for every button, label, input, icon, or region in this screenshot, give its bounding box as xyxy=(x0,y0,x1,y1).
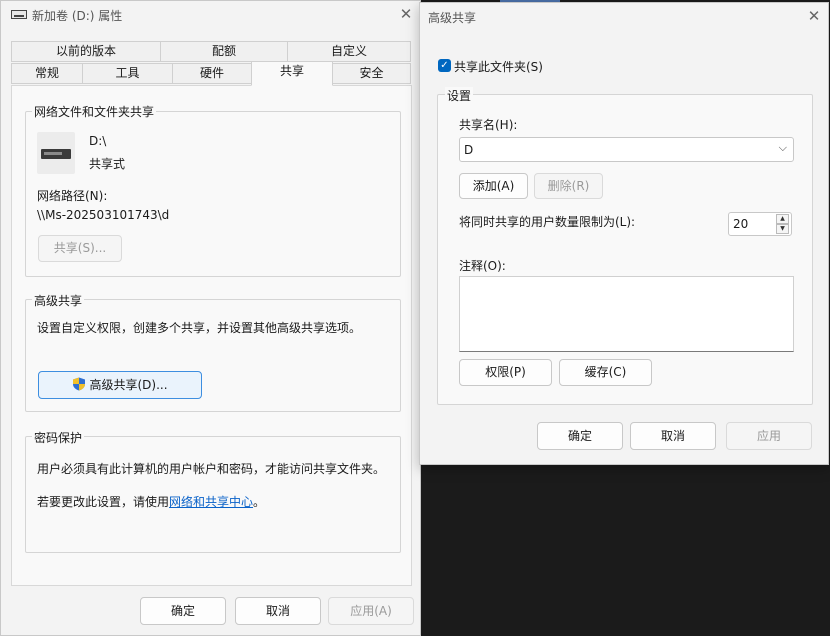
apply-button[interactable]: 应用 xyxy=(726,422,812,450)
share-folder-label[interactable]: 共享此文件夹(S) xyxy=(454,58,543,75)
share-name-label: 共享名(H): xyxy=(459,118,518,132)
chevron-down-icon: ⌵ xyxy=(778,141,787,154)
comment-textarea[interactable] xyxy=(459,276,794,352)
drive-name: D:\ xyxy=(89,134,107,148)
tab-general[interactable]: 常规 xyxy=(11,63,83,84)
network-path-value: \\Ms-202503101743\d xyxy=(37,208,170,222)
password-protection-description: 用户必须具有此计算机的用户帐户和密码，才能访问共享文件夹。 xyxy=(37,462,386,476)
advanced-sharing-button[interactable]: 高级共享(D)... xyxy=(38,371,202,399)
tab-sharing[interactable]: 共享 xyxy=(251,61,333,86)
advanced-sharing-titlebar: 高级共享 ✕ xyxy=(420,3,828,31)
advanced-sharing-dialog: 高级共享 ✕ ✓ 共享此文件夹(S) 设置 共享名(H): D ⌵ 添加(A) … xyxy=(419,2,829,465)
properties-title: 新加卷 (D:) 属性 xyxy=(32,9,123,23)
share-button[interactable]: 共享(S)... xyxy=(38,235,122,262)
drive-icon xyxy=(37,132,75,174)
network-path-label: 网络路径(N): xyxy=(37,189,108,203)
tab-quota[interactable]: 配额 xyxy=(160,41,288,62)
share-name-value: D xyxy=(464,143,474,157)
share-name-combobox[interactable]: D ⌵ xyxy=(459,137,794,162)
spin-up-icon[interactable]: ▲ xyxy=(776,214,789,224)
cancel-button[interactable]: 取消 xyxy=(235,597,321,625)
share-folder-checkbox[interactable]: ✓ xyxy=(438,59,451,72)
tab-security[interactable]: 安全 xyxy=(332,63,411,84)
properties-titlebar: 新加卷 (D:) 属性 ✕ xyxy=(1,1,420,29)
spin-down-icon[interactable]: ▼ xyxy=(776,224,789,234)
password-protection-group-label: 密码保护 xyxy=(32,429,85,446)
tab-customize[interactable]: 自定义 xyxy=(287,41,411,62)
close-icon[interactable]: ✕ xyxy=(805,7,823,25)
user-limit-label: 将同时共享的用户数量限制为(L): xyxy=(459,215,636,229)
advanced-sharing-description: 设置自定义权限，创建多个共享，并设置其他高级共享选项。 xyxy=(37,321,362,335)
add-button[interactable]: 添加(A) xyxy=(459,173,528,199)
password-change-prefix: 若要更改此设置，请使用 xyxy=(37,495,170,509)
advanced-sharing-button-label: 高级共享(D)... xyxy=(89,378,168,392)
remove-button[interactable]: 删除(R) xyxy=(534,173,603,199)
network-sharing-center-link[interactable]: 网络和共享中心 xyxy=(169,495,253,509)
settings-group-label: 设置 xyxy=(445,87,474,104)
properties-window: 新加卷 (D:) 属性 ✕ 以前的版本 配额 自定义 常规 工具 硬件 共享 安… xyxy=(0,0,421,636)
uac-shield-icon xyxy=(73,377,86,391)
user-limit-value: 20 xyxy=(733,217,749,231)
permissions-button[interactable]: 权限(P) xyxy=(459,359,552,386)
password-change-text: 若要更改此设置，请使用网络和共享中心。 xyxy=(37,493,265,510)
password-change-suffix: 。 xyxy=(253,495,266,509)
cancel-button[interactable]: 取消 xyxy=(630,422,716,450)
tab-hardware[interactable]: 硬件 xyxy=(172,63,252,84)
advanced-sharing-title: 高级共享 xyxy=(428,11,477,25)
ok-button[interactable]: 确定 xyxy=(140,597,226,625)
user-limit-spinner[interactable]: 20 ▲ ▼ xyxy=(728,212,792,236)
close-icon[interactable]: ✕ xyxy=(397,5,415,23)
drive-icon xyxy=(11,10,27,19)
advanced-sharing-group-label: 高级共享 xyxy=(32,292,85,309)
tab-tools[interactable]: 工具 xyxy=(82,63,173,84)
comment-label: 注释(O): xyxy=(459,259,506,273)
ok-button[interactable]: 确定 xyxy=(537,422,623,450)
share-status: 共享式 xyxy=(89,157,126,171)
network-sharing-group-label: 网络文件和文件夹共享 xyxy=(32,103,157,120)
tab-previous-versions[interactable]: 以前的版本 xyxy=(11,41,161,62)
cache-button[interactable]: 缓存(C) xyxy=(559,359,652,386)
apply-button[interactable]: 应用(A) xyxy=(328,597,414,625)
